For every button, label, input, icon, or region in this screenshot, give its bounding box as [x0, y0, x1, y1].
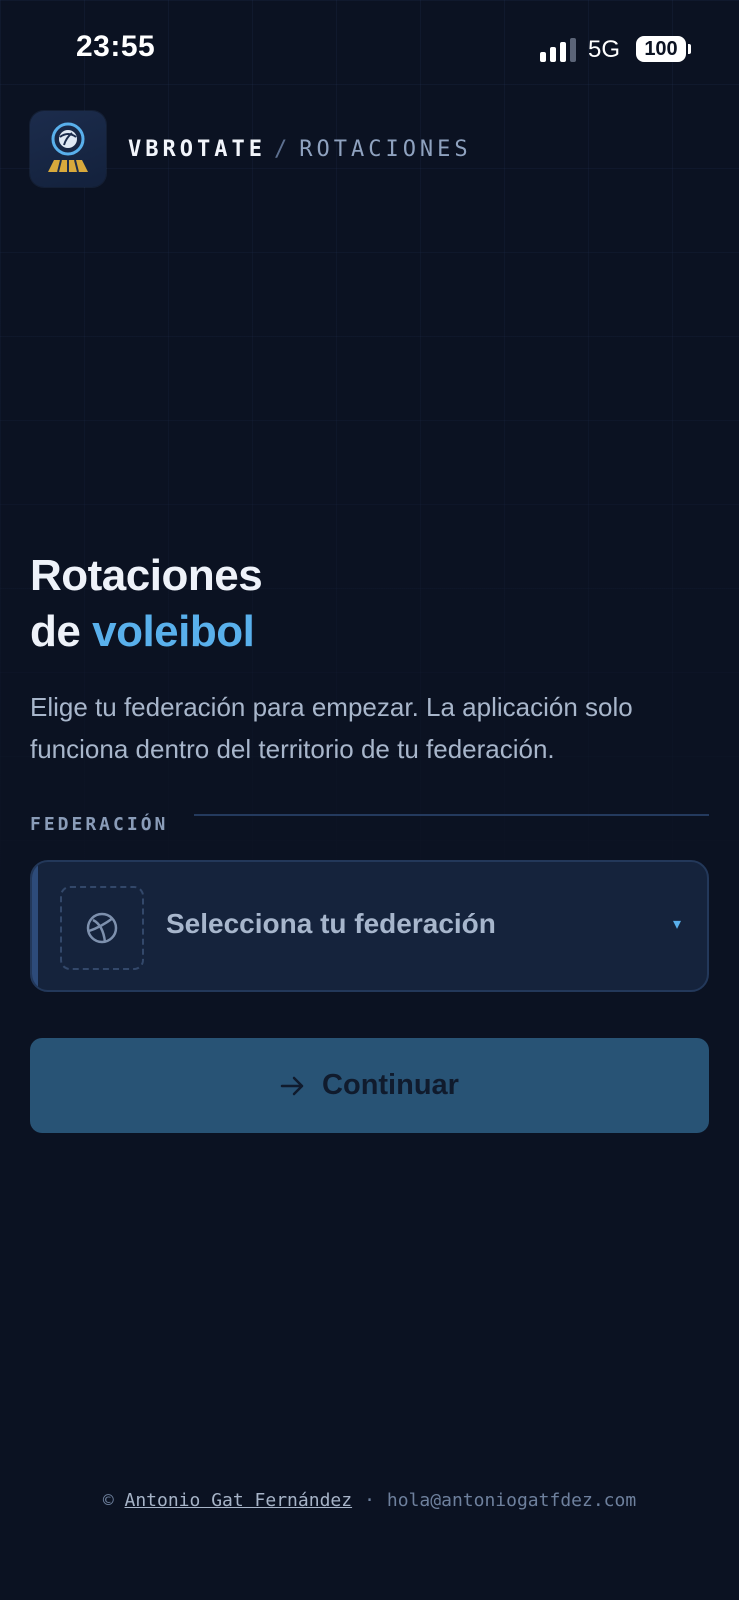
breadcrumb: VBROTATE / ROTACIONES [128, 137, 472, 162]
page-title: Rotaciones de voleibol [30, 548, 263, 660]
footer-separator: · [364, 1490, 375, 1511]
title-line2-accent: voleibol [92, 607, 255, 656]
continue-button[interactable]: Continuar [30, 1038, 709, 1133]
title-line2-prefix: de [30, 607, 81, 656]
breadcrumb-section: ROTACIONES [299, 137, 472, 162]
title-line1: Rotaciones [30, 551, 263, 600]
network-type: 5G [588, 36, 621, 63]
signal-icon [540, 38, 578, 62]
battery-level: 100 [644, 37, 678, 60]
select-accent-bar [32, 862, 38, 990]
battery-tip [688, 44, 691, 54]
federation-select-value: Selecciona tu federación [166, 908, 496, 939]
email-link[interactable]: hola@antoniogatfdez.com [387, 1490, 636, 1511]
author-link[interactable]: Antonio Gat Fernández [125, 1490, 353, 1511]
federation-label: FEDERACIÓN [30, 814, 169, 835]
page-subtitle: Elige tu federación para empezar. La apl… [30, 692, 633, 764]
app-name: VBROTATE [128, 137, 266, 162]
copyright-symbol: © [102, 1490, 114, 1511]
federation-select[interactable]: Selecciona tu federación ▾ [30, 860, 709, 992]
background-fade [0, 0, 739, 1600]
continue-button-label: Continuar [322, 1069, 459, 1101]
app-logo-icon [30, 111, 106, 187]
breadcrumb-separator: / [273, 137, 292, 162]
label-divider [194, 814, 709, 816]
chevron-down-icon: ▾ [672, 916, 681, 933]
footer: © Antonio Gat Fernández · hola@antoniogatf… [0, 1490, 739, 1511]
status-bar: 23:55 5G 100 [0, 0, 739, 100]
volleyball-icon [86, 912, 118, 944]
status-time: 23:55 [76, 30, 156, 63]
battery-icon: 100 [636, 36, 686, 62]
federation-icon-placeholder [60, 886, 144, 970]
arrow-right-icon [280, 1076, 304, 1095]
